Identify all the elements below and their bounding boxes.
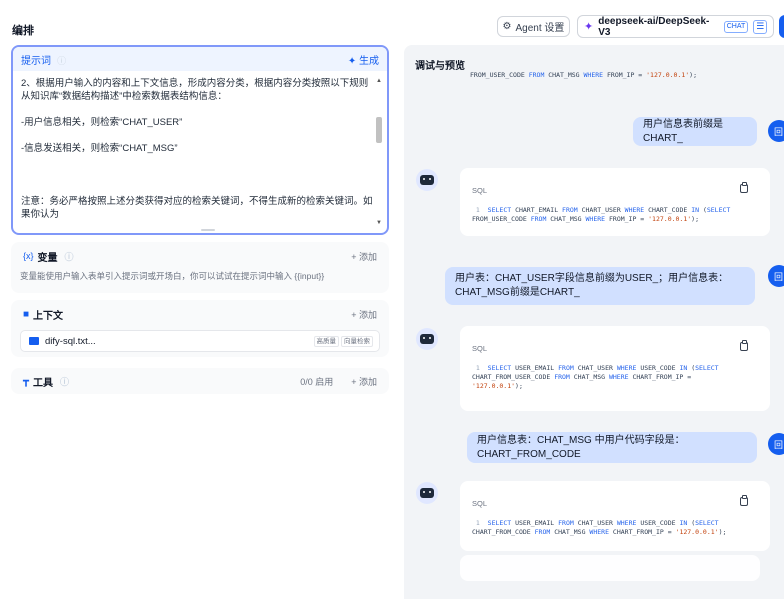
user-message: 用户信息表：CHAT_MSG 中用户代码字段是：CHART_FROM_CODE: [467, 432, 757, 463]
user-avatar: 回: [768, 120, 784, 142]
prompt-line: 注意：务必严格按照上述分类获得对应的检索关键词，不得生成新的检索关键词。如果你认…: [21, 196, 373, 220]
prompt-scrollbar[interactable]: ▲ ▼: [375, 77, 383, 227]
user-message: 用户表：CHAT_USER字段信息前缀为USER_；用户信息表：CHAT_MSG…: [445, 267, 755, 305]
scroll-up-icon[interactable]: ▲: [375, 77, 383, 85]
copy-icon[interactable]: [740, 182, 748, 193]
agent-settings-label: Agent 设置: [515, 23, 565, 34]
robot-icon: [420, 334, 434, 344]
variable-icon: {x}: [23, 251, 34, 261]
folder-icon: [29, 337, 39, 345]
scroll-down-icon[interactable]: ▼: [375, 219, 383, 227]
agent-settings-button[interactable]: ⚙ Agent 设置: [497, 16, 570, 37]
variables-description: 变量能使用户输入表单引入提示词或开场白，你可以试试在提示词中输入 {{input…: [20, 271, 325, 281]
generate-button[interactable]: ✦ 生成: [348, 52, 379, 67]
prompt-line: -信息发送相关，则检索“CHAT_MSG”: [21, 143, 178, 154]
bot-message: SQL 1 SELECT USER_EMAIL FROM CHAT_USER W…: [460, 326, 770, 411]
model-mode-badge: CHAT: [723, 20, 749, 33]
sql-code: 1 SELECT USER_EMAIL FROM CHAT_USER WHERE…: [472, 364, 719, 390]
bot-message: SQL 1 SELECT CHART_EMAIL FROM CHART_USER…: [460, 168, 770, 236]
model-settings-icon[interactable]: ☰: [753, 19, 767, 34]
prompt-editor[interactable]: 2、根据用户输入的内容和上下文信息，形成内容分类，根据内容分类按照以下规则从知识…: [21, 77, 375, 229]
tool-icon: ┳: [23, 375, 30, 387]
scroll-thumb[interactable]: [376, 117, 382, 143]
sql-code: 1 SELECT CHART_EMAIL FROM CHART_USER WHE…: [472, 206, 731, 223]
help-icon[interactable]: ⓘ: [60, 375, 69, 388]
debug-preview-pane: 调试与预览 FROM_USER_CODE FROM CHAT_MSG WHERE…: [404, 45, 784, 599]
user-message: 用户信息表前缀是CHART_: [633, 117, 757, 146]
publish-button[interactable]: 发布: [779, 15, 784, 38]
model-selector[interactable]: ✦ deepseek-ai/DeepSeek-V3 CHAT ☰: [577, 15, 774, 38]
user-avatar: 回: [768, 433, 784, 455]
add-variable-button[interactable]: + 添加: [351, 250, 377, 263]
code-language-label: SQL: [472, 499, 488, 508]
bot-avatar: [416, 169, 438, 191]
model-name: deepseek-ai/DeepSeek-V3: [598, 15, 710, 38]
bot-avatar: [416, 328, 438, 350]
generate-label: 生成: [359, 55, 379, 67]
add-tool-button[interactable]: + 添加: [351, 375, 377, 388]
context-tag: 向量检索: [341, 335, 373, 347]
help-icon[interactable]: ⓘ: [65, 250, 74, 263]
robot-icon: [420, 488, 434, 498]
sql-code: 1 SELECT USER_EMAIL FROM CHAT_USER WHERE…: [472, 519, 727, 536]
model-logo-icon: ✦: [584, 21, 594, 33]
context-item[interactable]: dify-sql.txt... 高质量 向量检索: [20, 330, 380, 352]
prompt-line: -用户信息相关，则检索“CHAT_USER”: [21, 117, 183, 128]
sql-snippet: FROM_USER_CODE FROM CHAT_MSG WHERE FROM_…: [470, 71, 697, 79]
context-item-name: dify-sql.txt...: [45, 335, 96, 347]
copy-icon[interactable]: [740, 495, 748, 506]
code-language-label: SQL: [472, 344, 488, 353]
bot-message: SQL 1 SELECT USER_EMAIL FROM CHAT_USER W…: [460, 481, 770, 551]
variables-panel: {x} 变量 ⓘ + 添加 变量能使用户输入表单引入提示词或开场白，你可以试试在…: [11, 242, 389, 293]
robot-icon: [420, 175, 434, 185]
resize-handle[interactable]: [201, 229, 215, 231]
prompt-line: 2、根据用户输入的内容和上下文信息，形成内容分类，根据内容分类按照以下规则从知识…: [21, 78, 369, 102]
tools-panel: ┳ 工具 ⓘ 0/0 启用 + 添加: [11, 368, 389, 394]
gear-icon: ⚙: [502, 21, 512, 32]
debug-title: 调试与预览: [415, 61, 465, 72]
document-icon: ■: [23, 308, 30, 320]
context-title: 上下文: [33, 310, 64, 322]
copy-icon[interactable]: [740, 340, 748, 351]
prompt-header: 提示词 ⓘ ✦ 生成: [13, 47, 387, 71]
prompt-panel: 提示词 ⓘ ✦ 生成 2、根据用户输入的内容和上下文信息，形成内容分类，根据内容…: [11, 45, 389, 276]
sparkle-icon: ✦: [347, 55, 357, 67]
variables-title: 变量: [37, 252, 58, 264]
user-avatar: 回: [768, 265, 784, 287]
chat-input[interactable]: [460, 555, 760, 581]
code-language-label: SQL: [472, 186, 488, 195]
add-context-button[interactable]: + 添加: [351, 308, 377, 321]
page-title: 编排: [12, 25, 34, 37]
prompt-label: 提示词: [21, 55, 51, 67]
context-panel: ■ 上下文 + 添加 dify-sql.txt... 高质量 向量检索: [11, 300, 389, 357]
top-bar: 编排 ⚙ Agent 设置 ✦ deepseek-ai/DeepSeek-V3 …: [0, 0, 784, 44]
bot-avatar: [416, 482, 438, 504]
context-tag: 高质量: [313, 335, 339, 347]
help-icon[interactable]: ⓘ: [57, 56, 66, 66]
tools-title: 工具: [33, 377, 54, 389]
tools-enabled-count: 0/0 启用: [300, 376, 334, 387]
